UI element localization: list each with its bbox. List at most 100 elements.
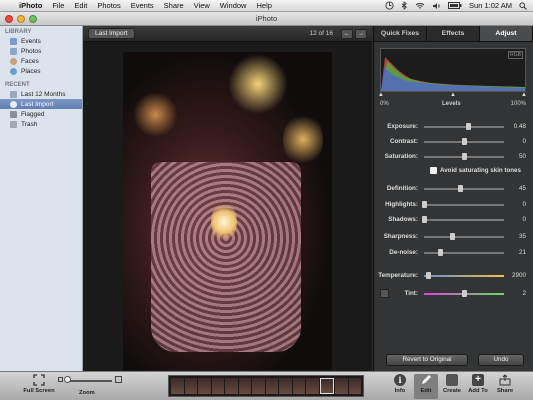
highlights-slider-knob[interactable] (421, 201, 427, 208)
menu-window[interactable]: Window (215, 1, 252, 10)
temperature-slider-knob[interactable] (425, 272, 431, 279)
sidebar-item-photos[interactable]: Photos (0, 46, 82, 56)
contrast-slider-knob[interactable] (461, 138, 467, 145)
spotlight-icon[interactable] (519, 1, 527, 10)
previous-photo-button[interactable]: ← (341, 28, 353, 39)
tint-slider-row: Tint: 2 (378, 288, 528, 299)
sidebar-item-events[interactable]: Events (0, 36, 82, 46)
menu-help[interactable]: Help (251, 1, 276, 10)
close-button[interactable] (5, 15, 13, 23)
filmstrip-thumb[interactable] (184, 378, 197, 394)
album-button[interactable]: Last Import (88, 28, 135, 39)
filmstrip-thumb[interactable] (265, 378, 278, 394)
wifi-icon[interactable] (415, 2, 425, 10)
create-button[interactable]: Create (440, 374, 464, 394)
menu-view[interactable]: View (189, 1, 215, 10)
filmstrip-thumb[interactable] (198, 378, 211, 394)
filmstrip-thumb[interactable] (171, 378, 184, 394)
volume-icon[interactable] (432, 2, 441, 10)
denoise-slider-knob[interactable] (438, 249, 444, 256)
highlights-slider-track[interactable] (424, 204, 504, 206)
revert-to-original-button[interactable]: Revert to Original (386, 354, 468, 366)
sidebar-item-label: Trash (21, 120, 38, 128)
zoom-label: Zoom (79, 390, 95, 396)
filmstrip-thumb[interactable] (279, 378, 292, 394)
share-button[interactable]: Share (493, 374, 517, 394)
zoom-slider-track[interactable] (66, 380, 112, 382)
levels-white-point[interactable]: ▲ (521, 92, 527, 98)
filmstrip-thumb[interactable] (211, 378, 224, 394)
undo-button[interactable]: Undo (478, 354, 524, 366)
sidebar-item-trash[interactable]: Trash (0, 119, 82, 129)
create-icon (446, 374, 458, 386)
events-icon (10, 37, 17, 45)
menu-edit[interactable]: Edit (69, 1, 92, 10)
add-to-button[interactable]: + Add To (466, 374, 490, 394)
menu-events[interactable]: Events (126, 1, 159, 10)
menu-clock[interactable]: Sun 1:02 AM (469, 1, 512, 10)
sidebar-item-faces[interactable]: Faces (0, 56, 82, 66)
filmstrip-thumb[interactable] (306, 378, 319, 394)
edit-label: Edit (420, 388, 432, 394)
shadows-slider-knob[interactable] (421, 216, 427, 223)
menu-app-name[interactable]: iPhoto (14, 1, 47, 10)
library-header: LIBRARY (5, 29, 32, 35)
zoom-slider[interactable] (58, 376, 124, 386)
shadows-slider-track[interactable] (424, 219, 504, 221)
bottom-toolbar: Full Screen Zoom i Info Edit Create + Ad… (0, 371, 533, 400)
main-photo[interactable] (123, 52, 332, 370)
menu-photos[interactable]: Photos (92, 1, 125, 10)
slider-label: Definition: (386, 185, 418, 192)
eyedropper-icon[interactable] (380, 289, 389, 298)
filmstrip-thumb[interactable] (292, 378, 305, 394)
menu-extras: Sun 1:02 AM (385, 1, 533, 10)
edit-button[interactable]: Edit (414, 374, 438, 399)
exposure-slider-track[interactable] (424, 126, 504, 128)
filmstrip-thumb[interactable] (225, 378, 238, 394)
sidebar-item-places[interactable]: Places (0, 66, 82, 76)
skin-tones-checkbox[interactable] (430, 166, 437, 174)
sharpness-slider-track[interactable] (424, 236, 504, 238)
definition-slider-knob[interactable] (457, 185, 463, 192)
denoise-slider-track[interactable] (424, 252, 504, 254)
denoise-slider-row: De-noise: 21 (378, 247, 528, 258)
sharpness-slider-knob[interactable] (449, 233, 455, 240)
full-screen-button[interactable]: Full Screen (22, 374, 56, 394)
tab-effects[interactable]: Effects (427, 26, 480, 41)
tint-slider-knob[interactable] (462, 290, 468, 297)
menu-file[interactable]: File (47, 1, 69, 10)
share-icon (499, 374, 511, 386)
filmstrip-thumb-current[interactable] (319, 378, 334, 394)
tab-quick-fixes[interactable]: Quick Fixes (374, 26, 427, 41)
bokeh-light (283, 112, 323, 167)
exposure-slider-knob[interactable] (465, 123, 471, 130)
filmstrip-thumb[interactable] (348, 378, 361, 394)
sidebar-item-last-12-months[interactable]: Last 12 Months (0, 89, 82, 99)
sidebar-item-last-import[interactable]: Last Import (0, 99, 82, 109)
sidebar-item-flagged[interactable]: Flagged (0, 109, 82, 119)
info-button[interactable]: i Info (388, 374, 412, 394)
tab-adjust[interactable]: Adjust (480, 26, 533, 41)
filmstrip-thumb[interactable] (335, 378, 348, 394)
skin-tones-checkbox-row[interactable]: Avoid saturating skin tones (430, 165, 526, 175)
filmstrip[interactable] (168, 375, 364, 397)
zoom-window-button[interactable] (29, 15, 37, 23)
definition-slider-track[interactable] (424, 188, 504, 190)
zoom-slider-knob[interactable] (64, 376, 71, 383)
next-photo-button[interactable]: → (355, 28, 367, 39)
levels-black-point[interactable]: ▲ (378, 92, 384, 98)
temperature-slider-track[interactable] (424, 275, 504, 277)
slider-label: Contrast: (390, 138, 418, 145)
timemachine-icon[interactable] (385, 1, 394, 10)
histogram-rgb-badge[interactable]: RGB (508, 51, 523, 59)
filmstrip-thumb[interactable] (252, 378, 265, 394)
menu-share[interactable]: Share (159, 1, 189, 10)
clock-icon (10, 100, 17, 108)
bluetooth-icon[interactable] (401, 1, 408, 10)
candle-flame (211, 202, 237, 242)
levels-midpoint[interactable]: ▲ (450, 92, 456, 98)
battery-icon[interactable] (448, 2, 462, 9)
minimize-button[interactable] (17, 15, 25, 23)
saturation-slider-knob[interactable] (461, 153, 467, 160)
filmstrip-thumb[interactable] (238, 378, 251, 394)
